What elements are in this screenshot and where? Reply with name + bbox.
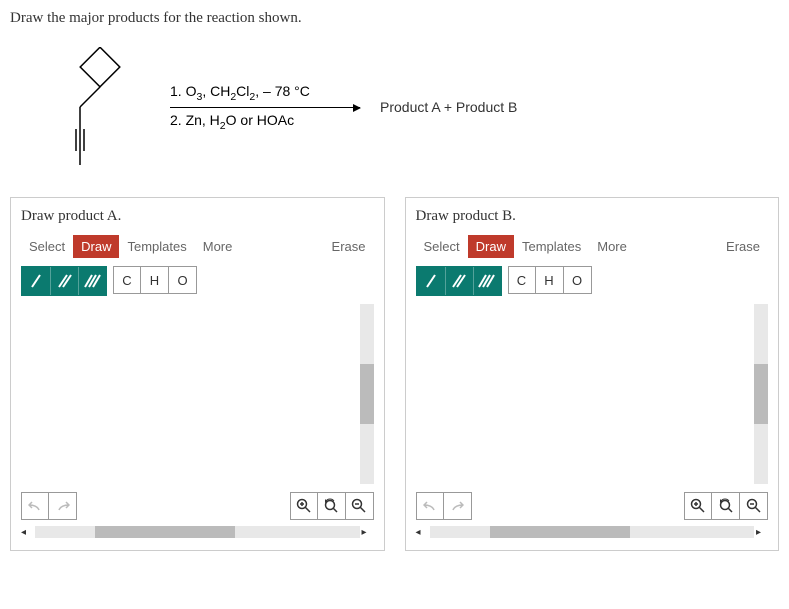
zoom-reset-button[interactable] [318, 492, 346, 520]
hscroll-thumb[interactable] [95, 526, 235, 538]
redo-icon [56, 499, 70, 513]
panel-a-title: Draw product A. [21, 208, 374, 225]
zoom-out-button[interactable] [346, 492, 374, 520]
reaction-scheme: 1. O3, CH2Cl2, – 78 °C 2. Zn, H2O or HOA… [10, 37, 779, 197]
panel-b-tabs: Select Draw Templates More [416, 235, 635, 258]
zoom-reset-button[interactable] [712, 492, 740, 520]
scroll-right-arrow[interactable]: ▸ [362, 527, 374, 538]
tab-select[interactable]: Select [21, 235, 73, 258]
redo-button[interactable] [49, 492, 77, 520]
erase-button[interactable]: Erase [324, 235, 374, 258]
hscroll-track[interactable] [430, 526, 755, 538]
zoom-reset-icon [718, 498, 734, 514]
zoom-in-icon [296, 498, 312, 514]
reagent-line-2: 2. Zn, H2O or HOAc [170, 112, 360, 132]
double-bond-tool[interactable] [445, 267, 473, 295]
panel-a-tabs: Select Draw Templates More [21, 235, 240, 258]
scroll-left-arrow[interactable]: ◂ [21, 527, 33, 538]
zoom-out-icon [351, 498, 367, 514]
undo-button[interactable] [21, 492, 49, 520]
hscroll-track[interactable] [35, 526, 360, 538]
double-bond-icon [451, 273, 467, 289]
erase-button[interactable]: Erase [718, 235, 768, 258]
tab-templates[interactable]: Templates [514, 235, 589, 258]
single-bond-icon [424, 273, 438, 289]
question-prompt: Draw the major products for the reaction… [10, 10, 779, 27]
tab-draw[interactable]: Draw [468, 235, 514, 258]
triple-bond-icon [478, 273, 496, 289]
bond-tool-group [21, 266, 107, 296]
zoom-out-button[interactable] [740, 492, 768, 520]
undo-icon [28, 499, 42, 513]
carbon-tool[interactable]: C [508, 266, 536, 294]
oxygen-tool[interactable]: O [169, 266, 197, 294]
hydrogen-tool[interactable]: H [141, 266, 169, 294]
element-tool-group: C H O [508, 266, 592, 296]
zoom-group [684, 492, 768, 520]
single-bond-tool[interactable] [417, 267, 445, 295]
double-bond-icon [57, 273, 73, 289]
draw-panel-a: Draw product A. Select Draw Templates Mo… [10, 197, 385, 551]
hydrogen-tool[interactable]: H [536, 266, 564, 294]
reaction-arrow [170, 107, 360, 108]
carbon-tool[interactable]: C [113, 266, 141, 294]
triple-bond-tool[interactable] [473, 267, 501, 295]
tab-templates[interactable]: Templates [119, 235, 194, 258]
undo-redo-group [21, 492, 77, 520]
drawing-canvas-a[interactable] [21, 304, 374, 484]
zoom-in-button[interactable] [684, 492, 712, 520]
tab-draw[interactable]: Draw [73, 235, 119, 258]
tab-more[interactable]: More [589, 235, 635, 258]
element-tool-group: C H O [113, 266, 197, 296]
undo-icon [423, 499, 437, 513]
undo-redo-group [416, 492, 472, 520]
double-bond-tool[interactable] [50, 267, 78, 295]
scroll-left-arrow[interactable]: ◂ [416, 527, 428, 538]
zoom-out-icon [746, 498, 762, 514]
panel-b-title: Draw product B. [416, 208, 769, 225]
product-label: Product A + Product B [380, 99, 517, 115]
scroll-right-arrow[interactable]: ▸ [756, 527, 768, 538]
triple-bond-icon [84, 273, 102, 289]
zoom-group [290, 492, 374, 520]
oxygen-tool[interactable]: O [564, 266, 592, 294]
single-bond-tool[interactable] [22, 267, 50, 295]
draw-panel-b: Draw product B. Select Draw Templates Mo… [405, 197, 780, 551]
tab-select[interactable]: Select [416, 235, 468, 258]
triple-bond-tool[interactable] [78, 267, 106, 295]
zoom-in-button[interactable] [290, 492, 318, 520]
hscroll-thumb[interactable] [490, 526, 630, 538]
reagents-block: 1. O3, CH2Cl2, – 78 °C 2. Zn, H2O or HOA… [170, 83, 360, 132]
reactant-structure [30, 47, 130, 167]
redo-icon [450, 499, 464, 513]
horizontal-scrollbar[interactable]: ◂ ▸ [21, 524, 374, 540]
drawing-canvas-b[interactable] [416, 304, 769, 484]
bond-tool-group [416, 266, 502, 296]
undo-button[interactable] [416, 492, 444, 520]
single-bond-icon [29, 273, 43, 289]
tab-more[interactable]: More [195, 235, 241, 258]
horizontal-scrollbar[interactable]: ◂ ▸ [416, 524, 769, 540]
zoom-reset-icon [323, 498, 339, 514]
zoom-in-icon [690, 498, 706, 514]
redo-button[interactable] [444, 492, 472, 520]
reagent-line-1: 1. O3, CH2Cl2, – 78 °C [170, 83, 360, 103]
